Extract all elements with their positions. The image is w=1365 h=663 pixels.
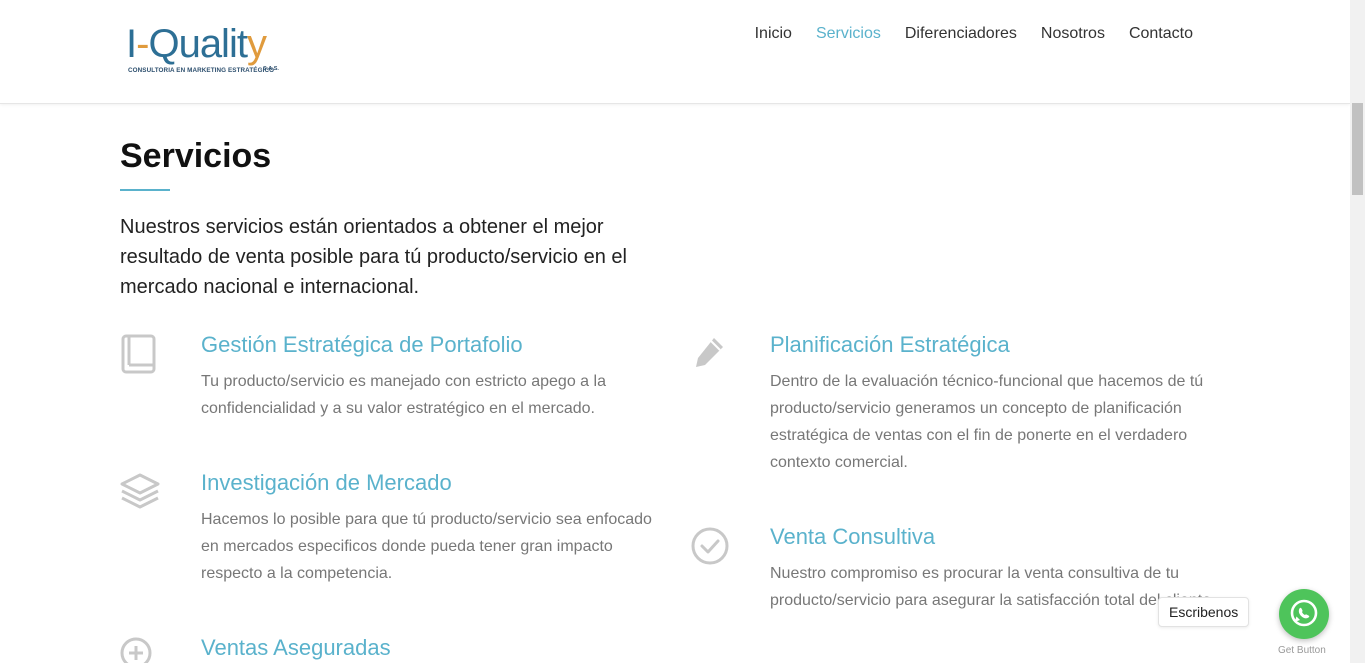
whatsapp-tooltip[interactable]: Escribenos (1158, 597, 1250, 627)
service-desc-planificacion: Dentro de la evaluación técnico-funciona… (770, 373, 1204, 471)
nav-item-diferenciadores[interactable]: Diferenciadores (893, 24, 1029, 44)
service-title-investigacion: Investigación de Mercado (201, 470, 452, 495)
service-desc-portafolio: Tu producto/servicio es manejado con est… (201, 373, 606, 417)
nav-item-contacto[interactable]: Contacto (1117, 24, 1205, 44)
whatsapp-button[interactable] (1279, 589, 1329, 639)
logo-wordmark: I-Quality (126, 22, 267, 66)
service-title-portafolio: Gestión Estratégica de Portafolio (201, 332, 523, 357)
service-desc-venta-consultiva: Nuestro compromiso es procurar la venta … (770, 565, 1216, 609)
page-scrollbar[interactable] (1350, 0, 1365, 663)
main-nav: Inicio Servicios Diferenciadores Nosotro… (743, 24, 1205, 44)
nav-item-servicios[interactable]: Servicios (804, 24, 893, 44)
service-title-planificacion: Planificación Estratégica (770, 332, 1010, 357)
site-header: I-Quality CONSULTORIA EN MARKETING ESTRA… (0, 0, 1350, 104)
nav-item-inicio[interactable]: Inicio (743, 24, 804, 44)
service-title-venta-consultiva: Venta Consultiva (770, 524, 936, 549)
pencil-icon (692, 335, 726, 376)
logo-suffix: S.A.S. (263, 66, 279, 72)
nav-item-nosotros[interactable]: Nosotros (1029, 24, 1117, 44)
scrollbar-thumb[interactable] (1352, 103, 1363, 195)
layers-icon (118, 472, 162, 515)
book-icon (120, 333, 158, 380)
whatsapp-icon (1290, 599, 1318, 627)
whatsapp-caption: Get Button (1278, 645, 1326, 656)
check-circle-icon (690, 526, 730, 571)
service-desc-investigacion: Hacemos lo posible para que tú producto/… (201, 511, 652, 582)
section-title: Servicios (120, 137, 272, 175)
section-intro: Nuestros servicios están orientados a ob… (120, 216, 627, 298)
title-underline (120, 189, 170, 191)
brand-logo[interactable]: I-Quality CONSULTORIA EN MARKETING ESTRA… (126, 22, 279, 78)
service-title-ventas-aseguradas: Ventas Aseguradas (201, 635, 391, 660)
plus-circle-icon (119, 636, 155, 663)
logo-tagline: CONSULTORIA EN MARKETING ESTRATÉGICO (128, 67, 275, 74)
